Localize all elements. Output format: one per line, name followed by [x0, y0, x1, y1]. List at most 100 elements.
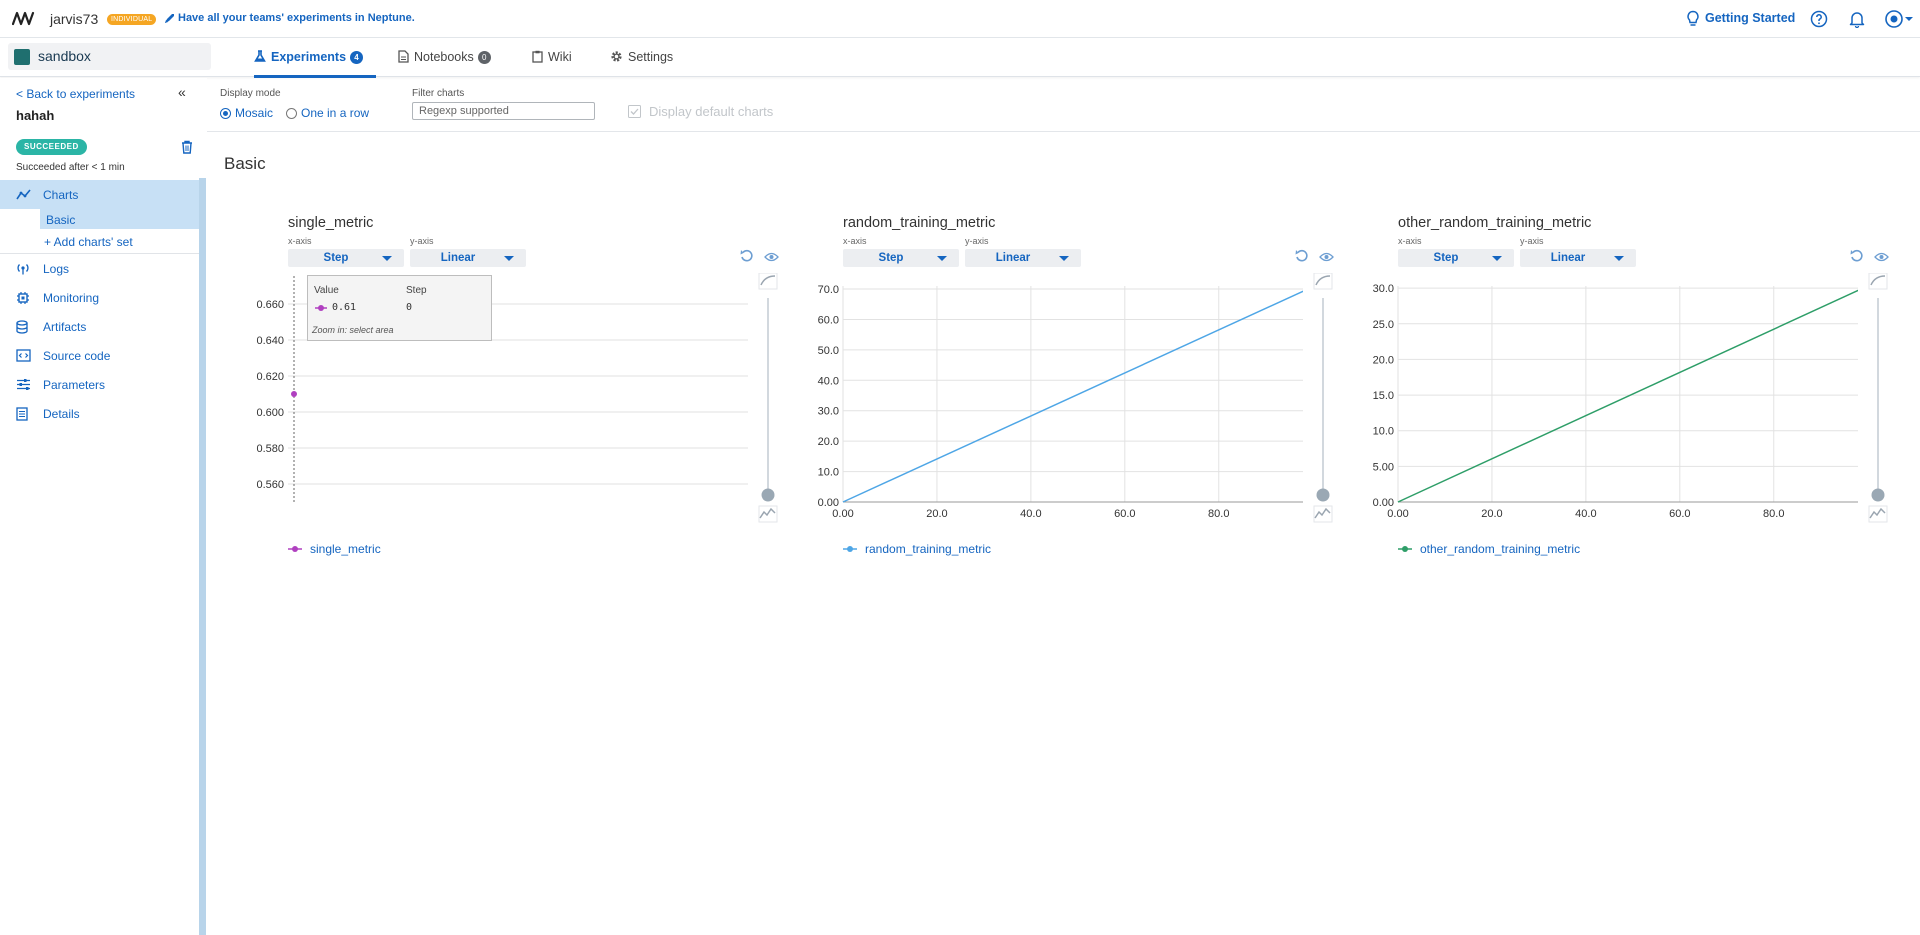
- username[interactable]: jarvis73: [50, 11, 98, 27]
- y-tick-label: 0.560: [256, 479, 284, 491]
- raw-curve-icon: [1314, 507, 1331, 519]
- x-axis-dropdown[interactable]: Step: [843, 249, 959, 267]
- y-tick-label: 10.0: [818, 467, 839, 479]
- y-axis-dropdown-value: Linear: [995, 252, 1031, 264]
- x-tick-label: 40.0: [1020, 508, 1041, 520]
- sidebar-item-parameters[interactable]: Parameters: [0, 370, 199, 399]
- sidebar-item-source-code[interactable]: Source code: [0, 341, 199, 370]
- plot-area[interactable]: 0.005.0010.015.020.025.030.00.00 20.0 40.0…: [1358, 276, 1858, 532]
- y-tick-label: 0.580: [256, 443, 284, 455]
- reset-zoom-icon[interactable]: [1294, 248, 1310, 264]
- x-axis-dropdown-value: Step: [1433, 252, 1459, 264]
- slider-handle[interactable]: [1871, 488, 1885, 502]
- sidebar-item-logs[interactable]: Logs: [0, 254, 199, 283]
- series-line[interactable]: [842, 289, 1303, 503]
- smoothing-slider[interactable]: [1867, 273, 1889, 523]
- chart-legend[interactable]: other_random_training_metric: [1398, 542, 1580, 556]
- neptune-logo-icon[interactable]: [12, 10, 36, 28]
- organization-menu-icon[interactable]: [1884, 9, 1914, 29]
- x-axis-dropdown[interactable]: Step: [288, 249, 404, 267]
- tooltip-value: 0.61: [332, 302, 357, 313]
- y-axis-dropdown-value: Linear: [440, 252, 476, 264]
- monitoring-icon: [17, 292, 29, 304]
- promo-link[interactable]: Have all your teams' experiments in Nept…: [178, 12, 415, 24]
- rocket-icon: [165, 14, 174, 23]
- x-axis-label: x-axis: [843, 236, 867, 246]
- sidebar-item-label: Monitoring: [43, 291, 100, 305]
- project-selector[interactable]: sandbox: [8, 43, 211, 70]
- mosaic-label: Mosaic: [235, 106, 274, 120]
- experiment-name: hahah: [16, 108, 55, 123]
- chart-legend[interactable]: random_training_metric: [843, 542, 991, 556]
- mosaic-radio[interactable]: Mosaic: [220, 106, 273, 120]
- bell-icon[interactable]: [1848, 10, 1866, 28]
- x-axis-dropdown-value: Step: [878, 252, 904, 264]
- sidebar-scrollbar[interactable]: [199, 178, 206, 935]
- add-charts-set-link[interactable]: + Add charts' set: [44, 235, 133, 249]
- tab-notebooks-label: Notebooks: [414, 50, 474, 64]
- y-axis-dropdown[interactable]: Linear: [410, 249, 526, 267]
- y-tick-label: 40.0: [818, 375, 839, 387]
- project-name: sandbox: [38, 48, 91, 64]
- chart-legend[interactable]: single_metric: [288, 542, 381, 556]
- y-tick-label: 60.0: [818, 314, 839, 326]
- display-mode-label: Display mode: [220, 88, 281, 99]
- chevron-down-icon: [1059, 256, 1069, 261]
- legend-marker-icon: [1398, 546, 1412, 552]
- y-tick-label: 0.640: [256, 335, 284, 347]
- y-axis-dropdown[interactable]: Linear: [1520, 249, 1636, 267]
- tab-notebooks[interactable]: Notebooks 0: [398, 50, 491, 78]
- sidebar-item-details[interactable]: Details: [0, 399, 199, 428]
- tooltip-step-header: Step: [406, 285, 427, 296]
- x-tick-label: 80.0: [1763, 508, 1784, 520]
- plot-area[interactable]: 0.0010.020.030.040.050.060.070.00.00 20.0…: [803, 276, 1303, 532]
- display-default-charts-label: Display default charts: [649, 104, 774, 119]
- lightbulb-icon[interactable]: [1686, 10, 1700, 28]
- notebook-icon: [398, 50, 409, 63]
- eye-icon[interactable]: [1319, 251, 1334, 263]
- chevron-down-icon: [937, 256, 947, 261]
- database-icon: [16, 320, 28, 334]
- legend-label: other_random_training_metric: [1420, 542, 1581, 556]
- data-point[interactable]: [291, 391, 297, 397]
- y-tick-label: 30.0: [818, 406, 839, 418]
- slider-handle[interactable]: [761, 488, 775, 502]
- sidebar-item-basic[interactable]: Basic: [40, 209, 199, 229]
- tab-settings[interactable]: Settings: [610, 50, 673, 78]
- sidebar-item-label: Logs: [43, 262, 70, 276]
- y-axis-dropdown[interactable]: Linear: [965, 249, 1081, 267]
- collapse-sidebar-icon[interactable]: «: [178, 84, 186, 100]
- getting-started-link[interactable]: Getting Started: [1705, 11, 1795, 25]
- smoothing-slider[interactable]: [757, 273, 779, 523]
- y-tick-label: 0.620: [256, 371, 284, 383]
- smooth-curve-icon: [760, 275, 776, 286]
- eye-icon[interactable]: [1874, 251, 1889, 263]
- sidebar-item-monitoring[interactable]: Monitoring: [0, 283, 199, 312]
- tab-wiki[interactable]: Wiki: [532, 50, 572, 78]
- x-tick-label: 20.0: [926, 508, 947, 520]
- eye-icon[interactable]: [764, 251, 779, 263]
- tab-experiments[interactable]: Experiments 4: [254, 50, 376, 78]
- reset-zoom-icon[interactable]: [739, 248, 755, 264]
- one-in-a-row-radio[interactable]: One in a row: [286, 106, 369, 120]
- help-icon[interactable]: [1810, 10, 1828, 28]
- trash-icon[interactable]: [181, 140, 193, 154]
- slider-handle[interactable]: [1316, 488, 1330, 502]
- charts-set-title: Basic: [224, 154, 266, 173]
- y-tick-label: 20.0: [1373, 354, 1394, 366]
- project-bar: sandbox Experiments 4 Notebooks 0 Wiki Set…: [0, 38, 1920, 78]
- sidebar-item-label: Source code: [43, 349, 111, 363]
- filter-charts-label: Filter charts: [412, 88, 465, 99]
- legend-marker-icon: [843, 546, 857, 552]
- chevron-down-icon: [504, 256, 514, 261]
- filter-charts-input[interactable]: Regexp supported: [412, 102, 595, 120]
- reset-zoom-icon[interactable]: [1849, 248, 1865, 264]
- sidebar-item-charts[interactable]: Charts: [0, 180, 199, 209]
- x-axis-dropdown[interactable]: Step: [1398, 249, 1514, 267]
- flask-icon: [254, 50, 266, 62]
- back-to-experiments-link[interactable]: < Back to experiments: [16, 87, 135, 101]
- smoothing-slider[interactable]: [1312, 273, 1334, 523]
- tab-settings-label: Settings: [628, 50, 674, 64]
- sliders-icon: [17, 379, 30, 390]
- sidebar-item-artifacts[interactable]: Artifacts: [0, 312, 199, 341]
